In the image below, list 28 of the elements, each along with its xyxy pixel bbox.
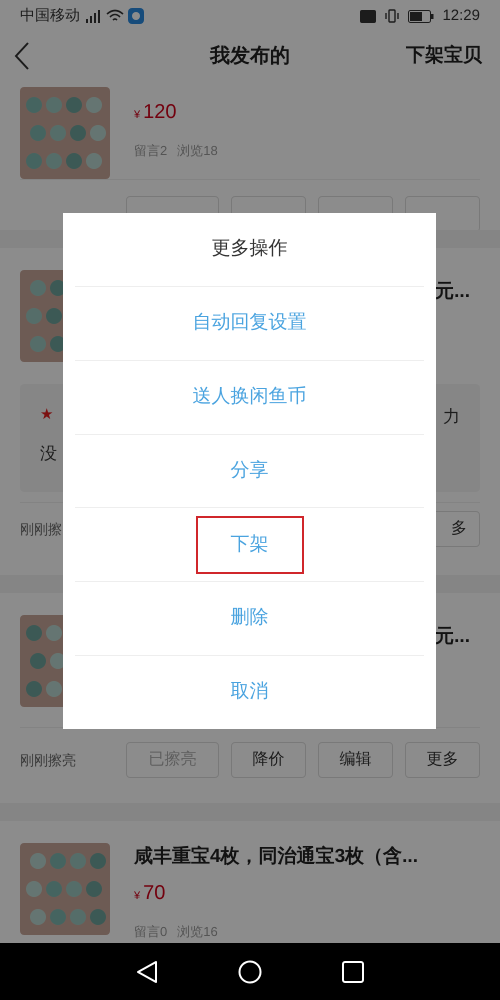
menu-option[interactable]: 送人换闲鱼币 <box>184 378 314 416</box>
action-button[interactable]: 降价 <box>231 742 306 778</box>
menu-option[interactable]: 删除 <box>222 600 276 637</box>
comment-count: 留言0 <box>134 922 168 940</box>
price-text: ¥70 <box>134 880 166 906</box>
page-title: 我发布的 <box>210 44 290 69</box>
listing-title: 元... <box>435 625 471 649</box>
notice-text: 力 <box>443 407 460 426</box>
listing-title: 咸丰重宝4枚，同治通宝3枚（含... <box>134 844 419 869</box>
star-icon: ★ <box>40 404 57 426</box>
price-text: ¥120 <box>134 100 178 125</box>
menu-option[interactable]: 自动回复设置 <box>184 305 314 342</box>
menu-option[interactable]: 下架 <box>196 516 304 574</box>
delist-button[interactable]: 下架宝贝 <box>406 42 486 70</box>
refresh-status: 刚刚擦亮 <box>20 750 76 770</box>
view-count: 浏览18 <box>177 142 218 160</box>
refresh-status: 刚刚擦 <box>20 520 62 538</box>
action-button[interactable]: 编辑 <box>318 742 393 778</box>
comment-count: 留言2 <box>134 142 168 160</box>
carrier-name: 中国移动 <box>20 6 80 26</box>
menu-option[interactable]: 取消 <box>222 674 276 711</box>
notice-text: 没 <box>40 442 57 464</box>
listing-title: 元... <box>435 280 471 304</box>
action-button[interactable]: 更多 <box>405 742 480 778</box>
view-count: 浏览16 <box>177 922 218 940</box>
menu-option[interactable]: 分享 <box>222 452 276 490</box>
dialog-title: 更多操作 <box>212 237 288 262</box>
clock-time: 12:29 <box>442 6 480 26</box>
